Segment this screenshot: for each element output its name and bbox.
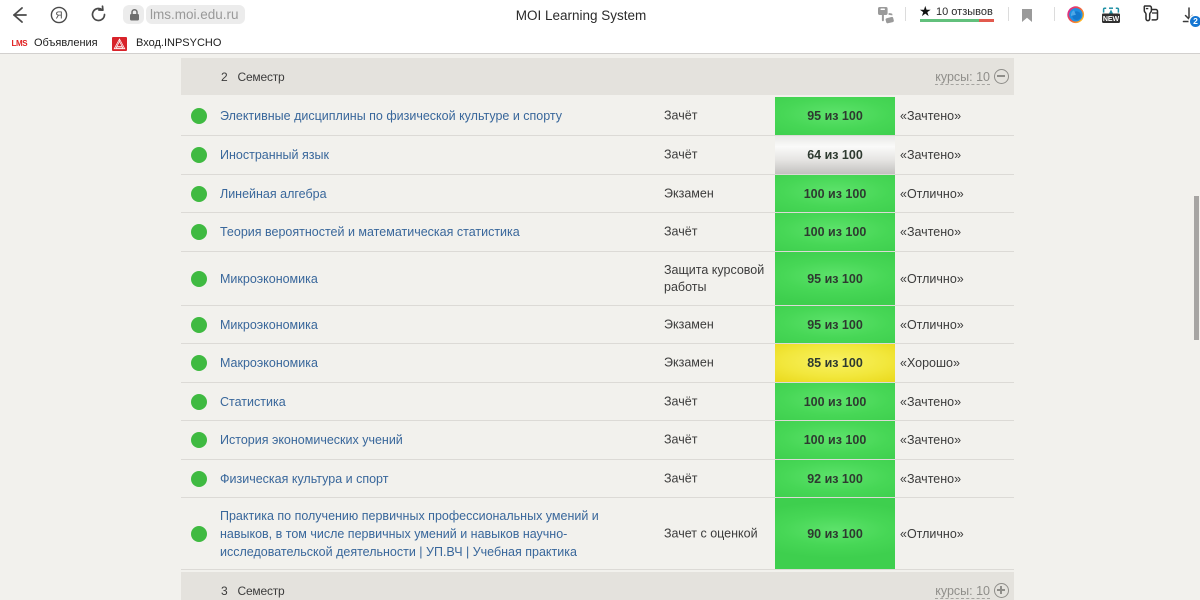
svg-text:NEW: NEW xyxy=(1103,16,1120,23)
